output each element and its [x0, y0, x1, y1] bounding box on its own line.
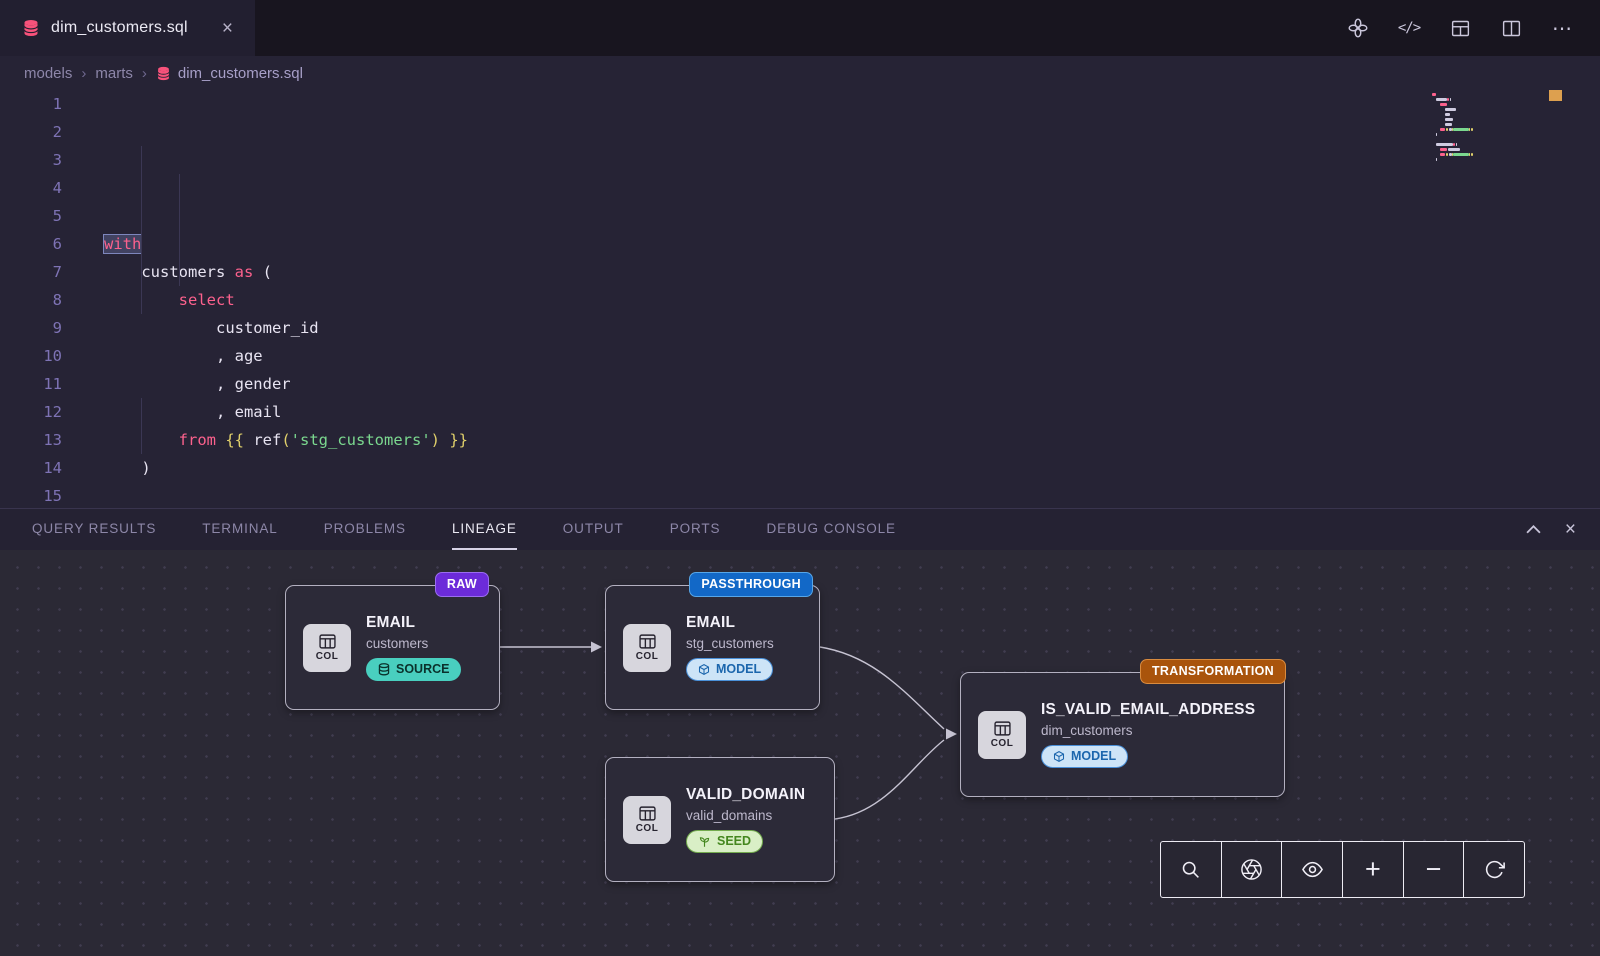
line-number: 4: [0, 174, 62, 202]
node-subtitle: dim_customers: [1041, 723, 1255, 738]
breadcrumb-marts[interactable]: marts: [95, 65, 133, 82]
panel-tab-ports[interactable]: PORTS: [670, 509, 721, 550]
minimap[interactable]: [1432, 93, 1536, 168]
refresh-icon: [1484, 859, 1505, 880]
code-lines[interactable]: with customers as ( select customer_id ,…: [104, 90, 1480, 508]
panel-tab-query-results[interactable]: QUERY RESULTS: [32, 509, 156, 550]
zoom-out-button[interactable]: −: [1404, 842, 1465, 897]
search-icon: [1180, 859, 1201, 880]
breadcrumb-file[interactable]: dim_customers.sql: [156, 65, 303, 82]
tab-dim-customers[interactable]: dim_customers.sql ×: [0, 0, 255, 56]
layout-icon[interactable]: [1448, 16, 1472, 40]
lineage-node-stg-customers[interactable]: PASSTHROUGH COL EMAIL stg_customers MODE…: [605, 585, 820, 710]
code-line[interactable]: , age: [104, 342, 1480, 370]
tab-close-icon[interactable]: ×: [218, 17, 237, 40]
editor-tab-bar: dim_customers.sql × </> ⋯: [0, 0, 1600, 56]
visibility-button[interactable]: [1282, 842, 1343, 897]
more-actions-icon[interactable]: ⋯: [1550, 16, 1574, 40]
lineage-node-dim-customers[interactable]: TRANSFORMATION COL IS_VALID_EMAIL_ADDRES…: [960, 672, 1285, 797]
line-number: 12: [0, 398, 62, 426]
database-icon: [22, 19, 40, 37]
code-line[interactable]: , gender: [104, 370, 1480, 398]
eye-icon: [1301, 858, 1324, 881]
model-badge: MODEL: [686, 658, 773, 681]
line-number: 13: [0, 426, 62, 454]
pinwheel-icon[interactable]: [1346, 16, 1370, 40]
code-line[interactable]: ): [104, 454, 1480, 482]
node-title: EMAIL: [366, 614, 461, 632]
minus-icon: −: [1426, 856, 1442, 883]
editor-gutter: 123456789101112131415: [0, 90, 62, 508]
lineage-node-valid-domains[interactable]: COL VALID_DOMAIN valid_domains SEED: [605, 757, 835, 882]
node-subtitle: valid_domains: [686, 808, 805, 823]
line-number: 15: [0, 482, 62, 508]
plus-icon: +: [1365, 856, 1381, 883]
line-number: 14: [0, 454, 62, 482]
close-panel-icon[interactable]: ×: [1565, 519, 1576, 541]
indent-guide: [179, 174, 180, 286]
code-line[interactable]: customer_id: [104, 314, 1480, 342]
line-number: 3: [0, 146, 62, 174]
code-line[interactable]: with: [104, 230, 1480, 258]
code-line[interactable]: customers as (: [104, 258, 1480, 286]
breadcrumb-separator: ›: [81, 65, 86, 82]
column-icon: COL: [623, 796, 671, 844]
source-badge: SOURCE: [366, 658, 461, 681]
lineage-node-customers[interactable]: RAW COL EMAIL customers SOURCE: [285, 585, 500, 710]
line-number: 1: [0, 90, 62, 118]
panel-tab-debug-console[interactable]: DEBUG CONSOLE: [766, 509, 895, 550]
line-number: 6: [0, 230, 62, 258]
raw-badge: RAW: [435, 572, 489, 597]
column-icon: COL: [303, 624, 351, 672]
lineage-toolbar: + −: [1160, 841, 1525, 898]
breadcrumb-models[interactable]: models: [24, 65, 72, 82]
overview-ruler-marker: [1549, 90, 1562, 101]
code-line[interactable]: , email: [104, 398, 1480, 426]
column-icon: COL: [623, 624, 671, 672]
code-icon[interactable]: </>: [1397, 16, 1421, 40]
node-subtitle: stg_customers: [686, 636, 774, 651]
node-title: IS_VALID_EMAIL_ADDRESS: [1041, 701, 1255, 719]
passthrough-badge: PASSTHROUGH: [689, 572, 813, 597]
code-line[interactable]: [104, 482, 1480, 508]
panel-tabs: QUERY RESULTS TERMINAL PROBLEMS LINEAGE OUTP…: [32, 509, 896, 550]
line-number: 2: [0, 118, 62, 146]
database-icon: [156, 66, 171, 81]
line-number: 7: [0, 258, 62, 286]
model-badge: MODEL: [1041, 745, 1128, 768]
breadcrumb-separator: ›: [142, 65, 147, 82]
node-title: EMAIL: [686, 614, 774, 632]
panel-tab-terminal[interactable]: TERMINAL: [202, 509, 277, 550]
panel-tab-problems[interactable]: PROBLEMS: [324, 509, 406, 550]
split-editor-icon[interactable]: [1499, 16, 1523, 40]
lineage-canvas[interactable]: RAW COL EMAIL customers SOURCE: [0, 550, 1600, 956]
tab-title: dim_customers.sql: [51, 19, 188, 37]
indent-guide: [141, 146, 142, 314]
code-editor[interactable]: 123456789101112131415 with customers as …: [0, 90, 1600, 508]
seed-badge: SEED: [686, 830, 763, 853]
panel-tab-lineage[interactable]: LINEAGE: [452, 509, 517, 550]
code-line[interactable]: select: [104, 286, 1480, 314]
aperture-button[interactable]: [1222, 842, 1283, 897]
collapse-panel-icon[interactable]: [1526, 525, 1541, 534]
line-number: 5: [0, 202, 62, 230]
indent-guide: [141, 398, 142, 454]
node-title: VALID_DOMAIN: [686, 786, 805, 804]
search-button[interactable]: [1161, 842, 1222, 897]
column-icon: COL: [978, 711, 1026, 759]
breadcrumb: models › marts › dim_customers.sql: [0, 56, 1600, 90]
line-number: 11: [0, 370, 62, 398]
panel-tab-output[interactable]: OUTPUT: [563, 509, 624, 550]
transformation-badge: TRANSFORMATION: [1140, 659, 1286, 684]
zoom-in-button[interactable]: +: [1343, 842, 1404, 897]
code-line[interactable]: from {{ ref('stg_customers') }}: [104, 426, 1480, 454]
node-subtitle: customers: [366, 636, 461, 651]
line-number: 10: [0, 342, 62, 370]
aperture-icon: [1240, 858, 1263, 881]
line-number: 8: [0, 286, 62, 314]
line-number: 9: [0, 314, 62, 342]
bottom-panel-header: QUERY RESULTS TERMINAL PROBLEMS LINEAGE OUTP…: [0, 508, 1600, 550]
refresh-button[interactable]: [1464, 842, 1524, 897]
